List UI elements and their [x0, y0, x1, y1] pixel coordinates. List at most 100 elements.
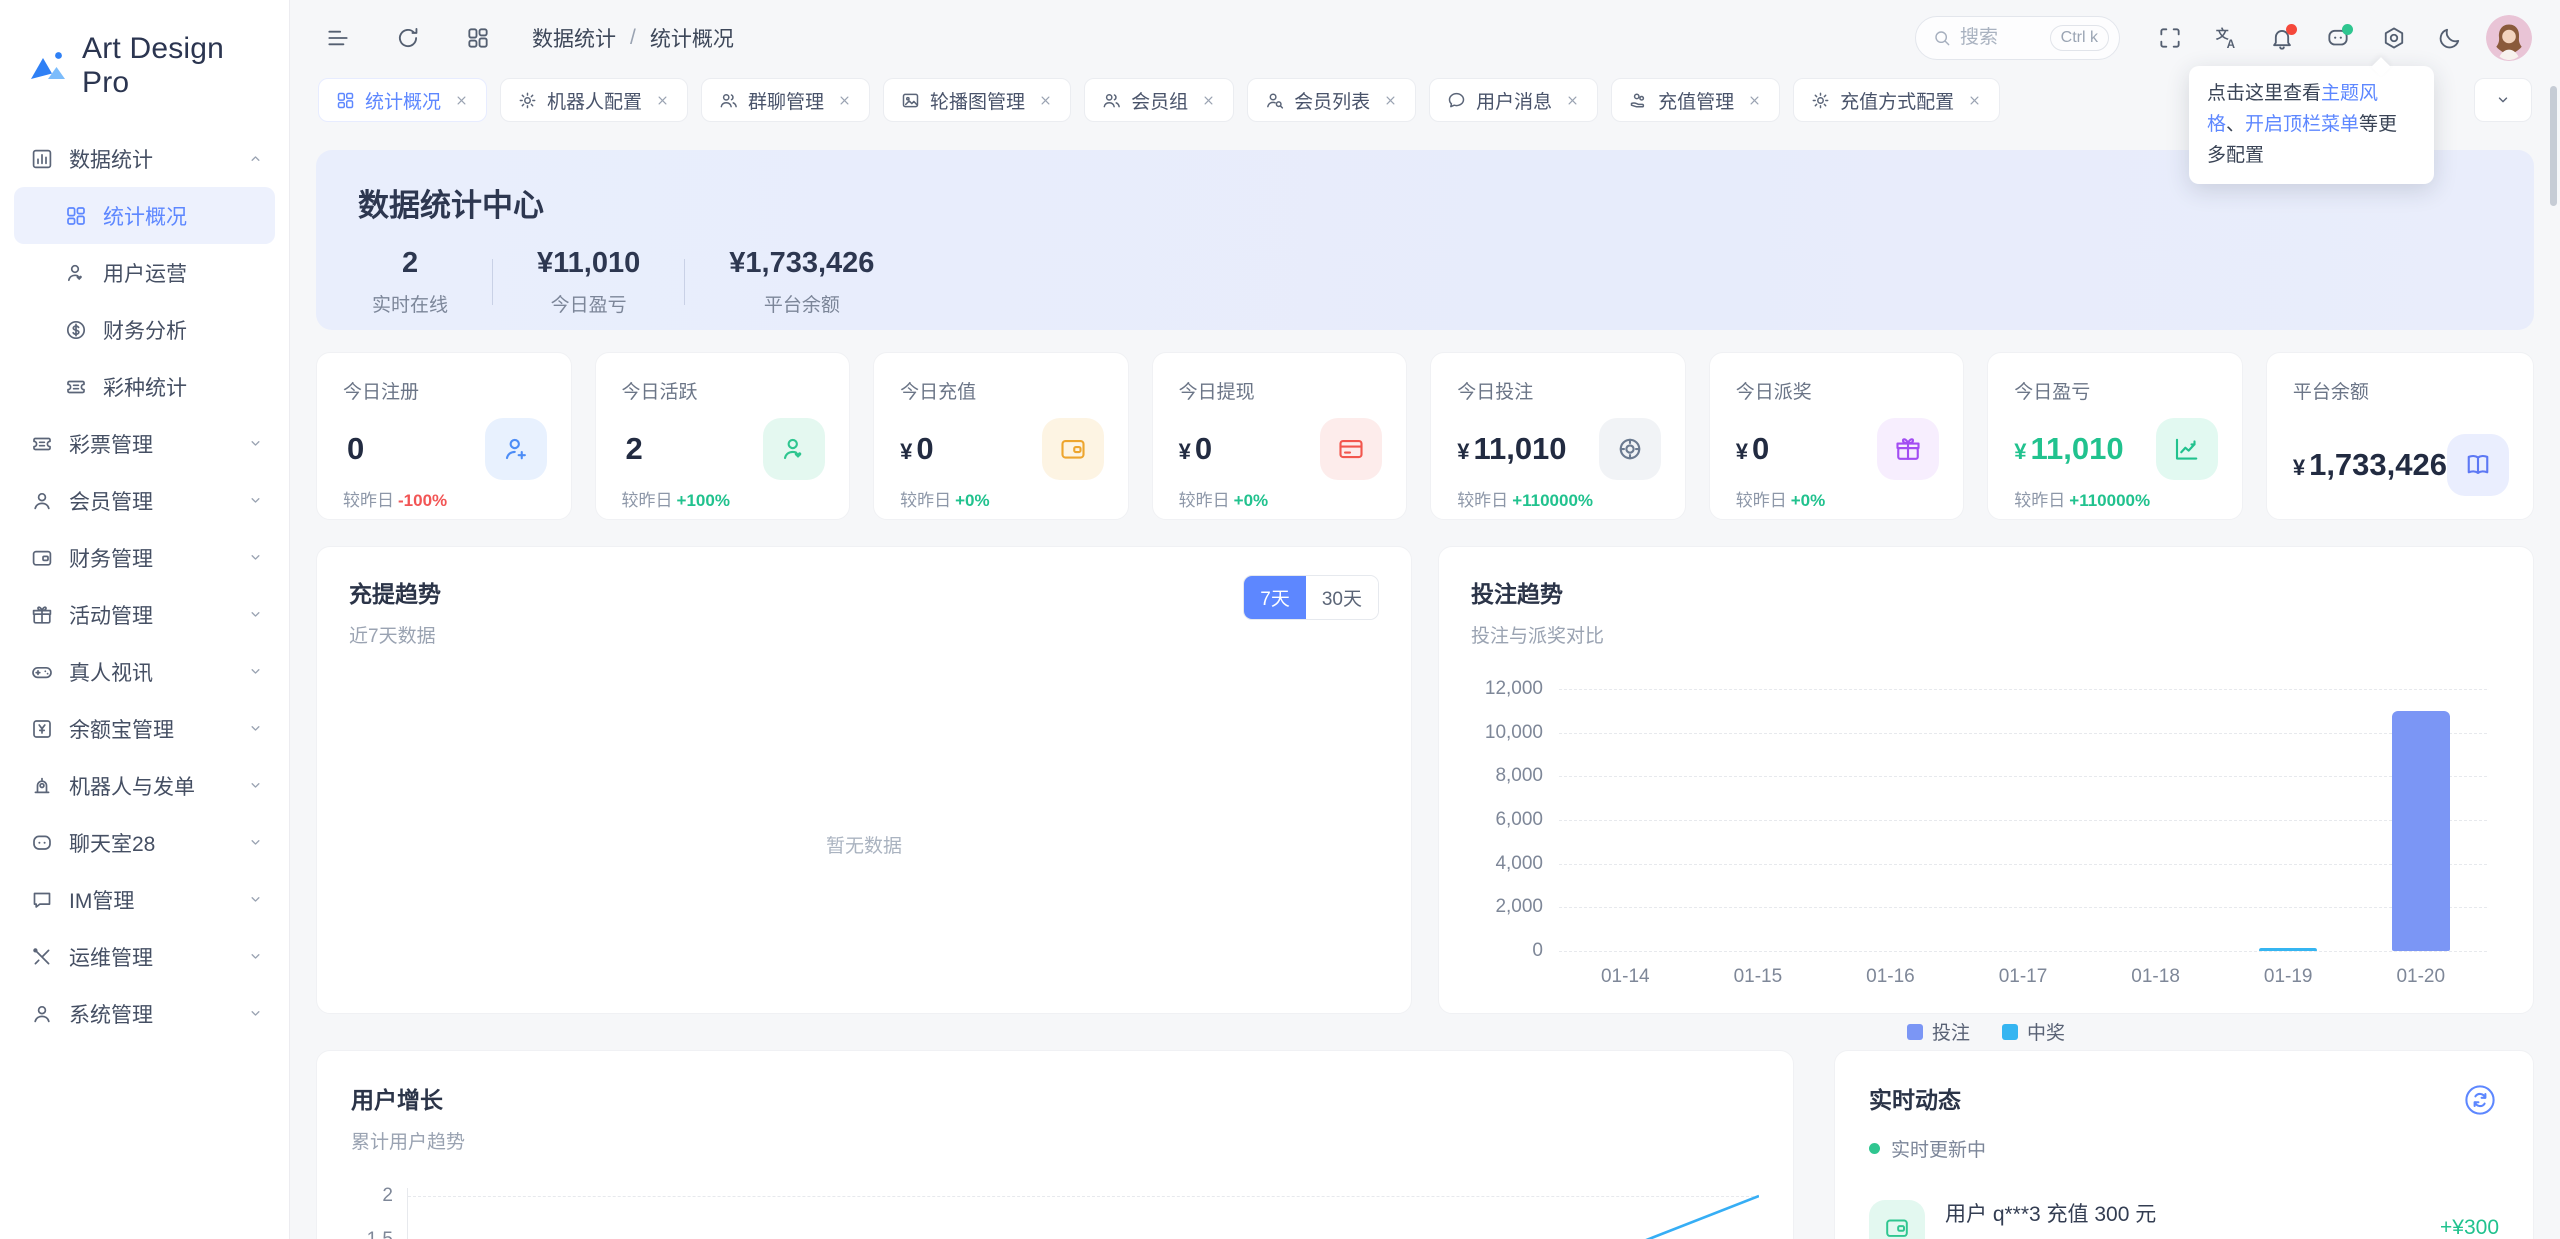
- breadcrumb-item[interactable]: 数据统计: [532, 23, 616, 53]
- gridline: [1559, 951, 2487, 952]
- range-30d-button[interactable]: 30天: [1306, 576, 1378, 619]
- close-icon[interactable]: [1200, 92, 1217, 109]
- sidebar-item-yuebao-mgmt[interactable]: 余额宝管理: [0, 700, 289, 757]
- bar-chart-y-axis: 02,0004,0006,0008,00010,00012,000: [1471, 690, 1559, 952]
- legend-item[interactable]: 投注: [1907, 1018, 1970, 1045]
- close-icon[interactable]: [836, 92, 853, 109]
- settings-button[interactable]: [2374, 18, 2414, 58]
- stat-cards-row: 今日注册 0 较昨日-100% 今日活跃 2 较昨日+100% 今日充值 ¥0 …: [316, 352, 2534, 520]
- y-tick-label: 2,000: [1495, 896, 1543, 918]
- close-icon[interactable]: [1037, 92, 1054, 109]
- legend-label: 中奖: [2027, 1018, 2065, 1045]
- sidebar-item-data-stats[interactable]: 数据统计: [0, 130, 289, 187]
- tab-label: 充值方式配置: [1840, 87, 1954, 114]
- close-icon[interactable]: [654, 92, 671, 109]
- banner-stat-value: ¥11,010: [537, 247, 640, 280]
- sidebar-item-system-mgmt[interactable]: 系统管理: [0, 985, 289, 1042]
- chevron-down-icon: [246, 662, 265, 681]
- assistant-button[interactable]: [2318, 18, 2358, 58]
- sidebar-item-label: 机器人与发单: [69, 771, 246, 801]
- tab-member-list[interactable]: 会员列表: [1247, 78, 1416, 122]
- gift-icon: [30, 603, 54, 627]
- sidebar-item-lottery-mgmt[interactable]: 彩票管理: [0, 415, 289, 472]
- activity-list-item: 用户 q***3 充值 300 元 19:57:01 +¥300: [1869, 1198, 2499, 1239]
- sidebar-item-im-mgmt[interactable]: IM管理: [0, 871, 289, 928]
- banner-stat-label: 今日盈亏: [537, 290, 640, 317]
- sidebar-item-chatroom[interactable]: 聊天室28: [0, 814, 289, 871]
- search-input[interactable]: [1960, 27, 2042, 49]
- stat-card-compare: 较昨日+0%: [900, 486, 1104, 511]
- sidebar-item-stats-overview[interactable]: 统计概况: [14, 187, 275, 244]
- sidebar-item-finance-analysis[interactable]: 财务分析: [0, 301, 289, 358]
- breadcrumb-item[interactable]: 统计概况: [650, 23, 734, 53]
- stat-card-profit: 今日盈亏 ¥11,010 较昨日+110000%: [1987, 352, 2243, 520]
- sidebar-item-label: 用户运营: [103, 258, 265, 288]
- close-icon[interactable]: [1746, 92, 1763, 109]
- sidebar-item-finance-mgmt[interactable]: 财务管理: [0, 529, 289, 586]
- users-icon: [718, 90, 739, 111]
- activity-item-text: 用户 q***3 充值 300 元: [1945, 1198, 2156, 1228]
- refresh-icon: [395, 25, 421, 51]
- stat-card-value: ¥1,733,426: [2293, 447, 2447, 483]
- stat-card-title: 今日提现: [1179, 377, 1383, 404]
- close-icon[interactable]: [1382, 92, 1399, 109]
- collapse-menu-button[interactable]: [318, 18, 358, 58]
- apps-grid-button[interactable]: [458, 18, 498, 58]
- sidebar-item-user-operation[interactable]: 用户运营: [0, 244, 289, 301]
- stat-card-title: 今日注册: [343, 377, 547, 404]
- tab-recharge-method-config[interactable]: 充值方式配置: [1793, 78, 2000, 122]
- close-icon[interactable]: [453, 92, 470, 109]
- legend-item[interactable]: 中奖: [2002, 1018, 2065, 1045]
- tabs-collapse-button[interactable]: [2474, 78, 2532, 122]
- sidebar-item-label: 财务分析: [103, 315, 265, 345]
- tooltip-link-topbar-menu[interactable]: 开启顶栏菜单: [2245, 114, 2359, 135]
- sidebar-item-member-mgmt[interactable]: 会员管理: [0, 472, 289, 529]
- stat-card-value: 2: [622, 431, 643, 467]
- range-7d-button[interactable]: 7天: [1244, 576, 1306, 619]
- tab-robot-config[interactable]: 机器人配置: [500, 78, 688, 122]
- tab-group-chat[interactable]: 群聊管理: [701, 78, 870, 122]
- wallet-icon: [30, 546, 54, 570]
- ticket-icon: [64, 375, 88, 399]
- sidebar-item-activity-mgmt[interactable]: 活动管理: [0, 586, 289, 643]
- tab-label: 群聊管理: [748, 87, 824, 114]
- tab-carousel-mgmt[interactable]: 轮播图管理: [883, 78, 1071, 122]
- sidebar-item-label: 财务管理: [69, 543, 246, 573]
- grid-icon: [64, 204, 88, 228]
- language-button[interactable]: 文A: [2206, 18, 2246, 58]
- refresh-page-button[interactable]: [388, 18, 428, 58]
- refresh-activity-button[interactable]: [2461, 1081, 2499, 1119]
- sidebar-item-lottery-stats[interactable]: 彩种统计: [0, 358, 289, 415]
- notifications-button[interactable]: [2262, 18, 2302, 58]
- stat-card-platform-balance: 平台余额 ¥1,733,426: [2266, 352, 2534, 520]
- banner-stat-online: 2 实时在线: [358, 247, 492, 317]
- sidebar-item-robot-orders[interactable]: 机器人与发单: [0, 757, 289, 814]
- dark-mode-button[interactable]: [2430, 18, 2470, 58]
- activity-status: 实时更新中: [1869, 1135, 2499, 1162]
- sidebar-item-live-video[interactable]: 真人视讯: [0, 643, 289, 700]
- y-tick-label: 10,000: [1485, 722, 1543, 744]
- fullscreen-button[interactable]: [2150, 18, 2190, 58]
- scrollbar-thumb[interactable]: [2550, 86, 2557, 206]
- close-icon[interactable]: [1564, 92, 1581, 109]
- sidebar-item-ops-mgmt[interactable]: 运维管理: [0, 928, 289, 985]
- tab-stats-overview[interactable]: 统计概况: [318, 78, 487, 122]
- tab-label: 统计概况: [365, 87, 441, 114]
- global-search[interactable]: Ctrl k: [1915, 16, 2120, 60]
- sidebar-item-label: 彩种统计: [103, 372, 265, 402]
- realtime-activity-card: 实时动态 实时更新中 用户 q***3 充值 300 元 19:57:01 +: [1834, 1050, 2534, 1239]
- stat-card-registered: 今日注册 0 较昨日-100%: [316, 352, 572, 520]
- user-avatar[interactable]: [2486, 15, 2532, 61]
- stat-card-value: ¥0: [1179, 431, 1213, 467]
- tab-recharge-mgmt[interactable]: 充值管理: [1611, 78, 1780, 122]
- close-icon[interactable]: [1966, 92, 1983, 109]
- moon-icon: [2437, 25, 2463, 51]
- activity-title: 实时动态: [1869, 1081, 1961, 1115]
- tab-member-group[interactable]: 会员组: [1084, 78, 1234, 122]
- tab-label: 充值管理: [1658, 87, 1734, 114]
- tab-user-messages[interactable]: 用户消息: [1429, 78, 1598, 122]
- banner-stat-balance: ¥1,733,426 平台余额: [685, 247, 918, 317]
- tab-label: 会员组: [1131, 87, 1188, 114]
- stat-card-value: ¥0: [1736, 431, 1770, 467]
- chart-subtitle: 近7天数据: [349, 621, 441, 648]
